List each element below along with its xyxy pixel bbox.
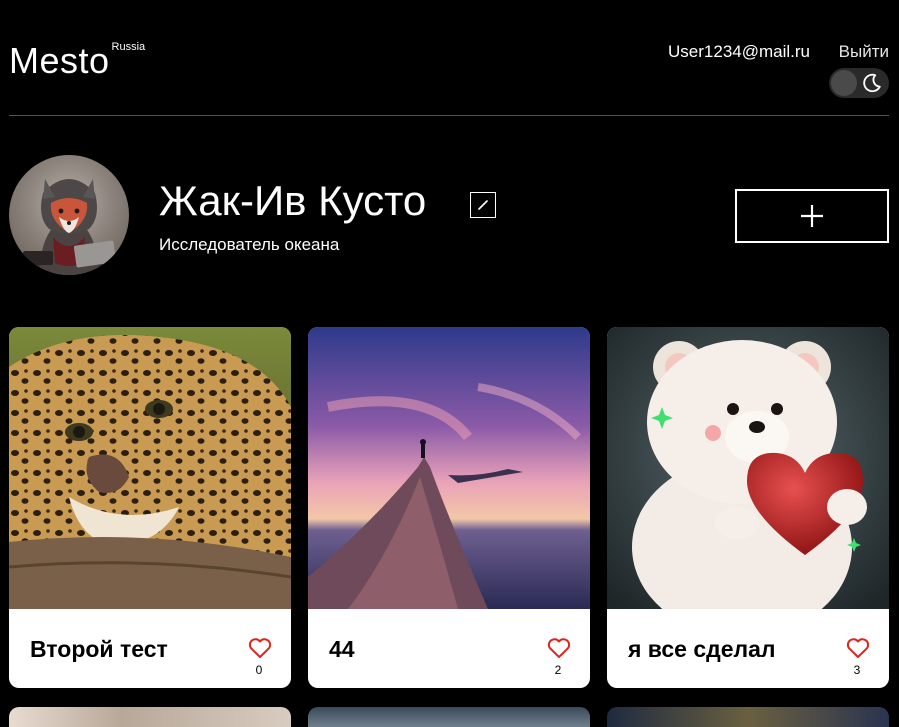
- like-count: 0: [255, 663, 263, 677]
- profile: Жак-Ив Кусто Исследователь океана: [9, 155, 889, 275]
- card: 44 2: [308, 327, 590, 688]
- theme-toggle[interactable]: [829, 68, 889, 98]
- card-title: 44: [329, 636, 355, 662]
- heart-icon[interactable]: [846, 637, 870, 659]
- card-image-partial[interactable]: [308, 707, 590, 727]
- add-card-button[interactable]: [735, 189, 889, 243]
- card: Второй тест 0: [9, 327, 291, 688]
- header: Mesto Russia User1234@mail.ru Выйти: [9, 0, 889, 116]
- profile-name: Жак-Ив Кусто: [159, 177, 427, 224]
- profile-about: Исследователь океана: [159, 235, 340, 254]
- card-image-mountain[interactable]: [308, 327, 590, 609]
- toggle-knob: [831, 70, 857, 96]
- plus-icon: [801, 205, 823, 227]
- moon-icon: [863, 73, 881, 93]
- heart-icon[interactable]: [248, 637, 272, 659]
- card-image-bear[interactable]: [607, 327, 889, 609]
- edit-profile-button[interactable]: [470, 192, 496, 218]
- card-image-partial[interactable]: [9, 707, 291, 727]
- heart-icon[interactable]: [547, 637, 571, 659]
- card-image-partial[interactable]: [607, 707, 889, 727]
- card-title: Второй тест: [30, 636, 168, 662]
- card-image-leopard[interactable]: [9, 327, 291, 609]
- pencil-icon: [478, 200, 488, 210]
- user-email: User1234@mail.ru: [668, 42, 810, 61]
- logo[interactable]: Mesto Russia: [9, 41, 145, 81]
- logo-text: Mesto: [9, 40, 110, 81]
- logo-region: Russia: [111, 41, 146, 53]
- avatar[interactable]: [9, 155, 129, 275]
- card: я все сделал 3: [607, 327, 889, 688]
- like-count: 3: [853, 663, 861, 677]
- like-count: 2: [554, 663, 562, 677]
- card-title: я все сделал: [628, 636, 776, 662]
- avatar-illustration: [23, 179, 117, 275]
- logout-button[interactable]: Выйти: [839, 42, 889, 62]
